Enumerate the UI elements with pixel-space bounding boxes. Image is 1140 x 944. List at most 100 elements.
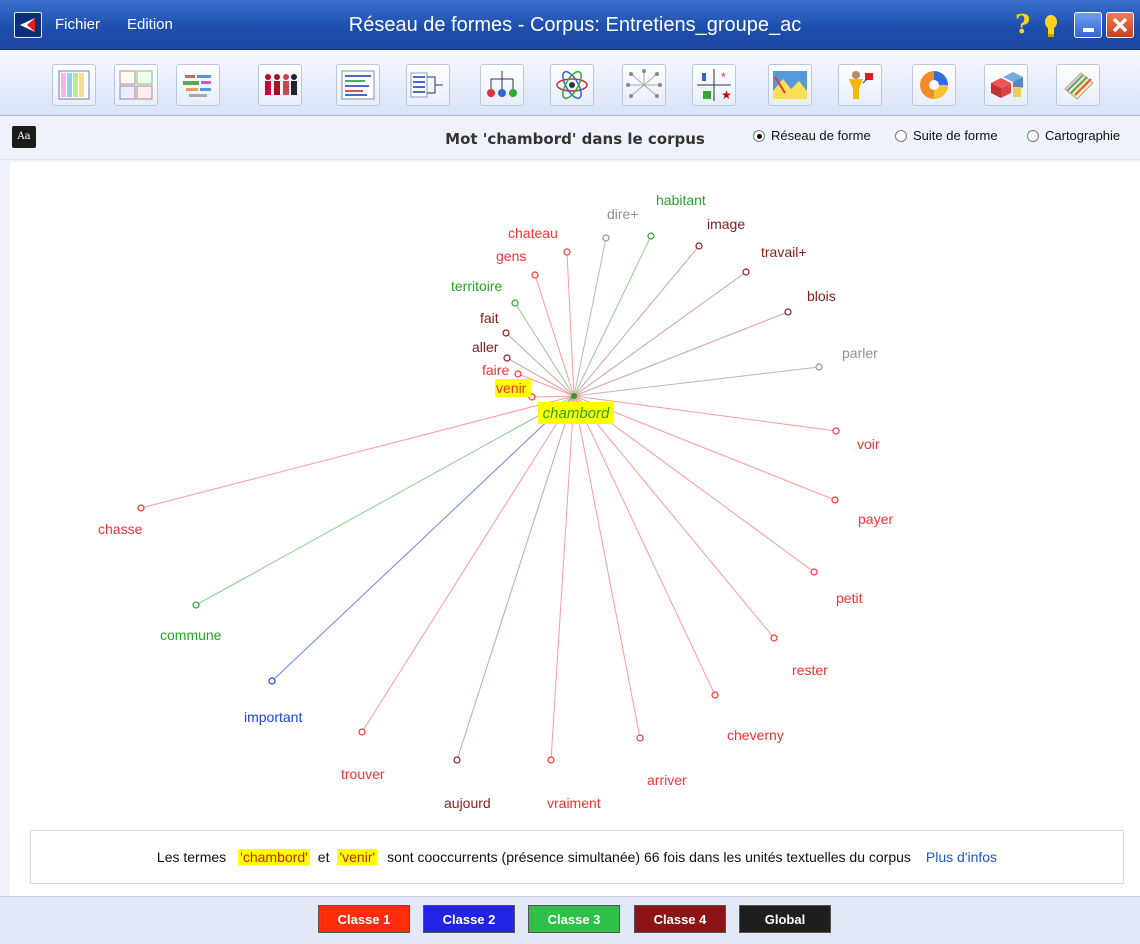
notebook-icon[interactable] bbox=[1056, 64, 1100, 106]
node-label-gens[interactable]: gens bbox=[496, 248, 526, 264]
landscape-map-icon[interactable] bbox=[768, 64, 812, 106]
edge-rester bbox=[573, 395, 775, 639]
node-label-vraiment[interactable]: vraiment bbox=[547, 795, 601, 811]
node-aller[interactable] bbox=[503, 354, 511, 362]
info-suffix: sont cooccurrents (présence simultanée) … bbox=[387, 849, 911, 865]
global-button[interactable]: Global bbox=[739, 905, 831, 933]
center-word[interactable]: chambord bbox=[543, 405, 610, 422]
node-chateau[interactable] bbox=[563, 248, 571, 256]
node-label-fait[interactable]: fait bbox=[480, 310, 499, 326]
node-faire[interactable] bbox=[514, 370, 522, 378]
node-label-cheverny[interactable]: cheverny bbox=[727, 727, 784, 743]
node-label-arriver[interactable]: arriver bbox=[647, 772, 687, 788]
node-label-dire+[interactable]: dire+ bbox=[607, 206, 639, 222]
map-icon[interactable] bbox=[114, 64, 158, 106]
classe-2-button[interactable]: Classe 2 bbox=[423, 905, 515, 933]
svg-text:*: * bbox=[721, 70, 726, 84]
node-label-aujourd[interactable]: aujourd bbox=[444, 795, 491, 811]
cubes-icon[interactable] bbox=[984, 64, 1028, 106]
node-label-payer[interactable]: payer bbox=[858, 511, 893, 527]
tree-branch-icon[interactable] bbox=[406, 64, 450, 106]
node-cheverny[interactable] bbox=[711, 691, 719, 699]
node-label-travail+[interactable]: travail+ bbox=[761, 244, 807, 260]
node-label-habitant[interactable]: habitant bbox=[656, 192, 706, 208]
node-label-voir[interactable]: voir bbox=[857, 436, 880, 452]
node-label-chasse[interactable]: chasse bbox=[98, 521, 143, 537]
node-label-important[interactable]: important bbox=[244, 709, 302, 725]
dendrogram-icon[interactable] bbox=[480, 64, 524, 106]
edge-chateau bbox=[566, 251, 575, 397]
word-cloud-icon[interactable] bbox=[176, 64, 220, 106]
node-label-blois[interactable]: blois bbox=[807, 288, 836, 304]
more-info-link[interactable]: Plus d'infos bbox=[926, 849, 997, 865]
node-gens[interactable] bbox=[531, 271, 539, 279]
presenter-icon[interactable] bbox=[838, 64, 882, 106]
node-label-chateau[interactable]: chateau bbox=[508, 225, 558, 241]
lightbulb-icon[interactable] bbox=[1044, 14, 1058, 38]
node-dire+[interactable] bbox=[602, 234, 610, 242]
network-icon[interactable] bbox=[622, 64, 666, 106]
node-label-trouver[interactable]: trouver bbox=[341, 766, 385, 782]
node-fait[interactable] bbox=[502, 329, 510, 337]
node-commune[interactable] bbox=[192, 601, 200, 609]
node-label-aller[interactable]: aller bbox=[472, 339, 499, 355]
edge-chasse bbox=[140, 395, 575, 509]
close-button[interactable] bbox=[1106, 12, 1134, 38]
radial-chart-icon[interactable] bbox=[912, 64, 956, 106]
svg-text:★: ★ bbox=[721, 88, 732, 102]
node-chasse[interactable] bbox=[137, 504, 145, 512]
minimize-button[interactable] bbox=[1074, 12, 1102, 38]
radio-label: Réseau de forme bbox=[771, 128, 871, 143]
node-voir[interactable] bbox=[832, 427, 840, 435]
classe-1-button[interactable]: Classe 1 bbox=[318, 905, 410, 933]
node-travail+[interactable] bbox=[742, 268, 750, 276]
atom-icon[interactable] bbox=[550, 64, 594, 106]
factor-plot-icon[interactable]: * ★ bbox=[692, 64, 736, 106]
node-image[interactable] bbox=[695, 242, 703, 250]
radio-unchecked-icon bbox=[895, 129, 907, 142]
cooccurrence-info: Les termes 'chambord' et 'venir' sont co… bbox=[30, 830, 1124, 884]
node-trouver[interactable] bbox=[358, 728, 366, 736]
radio-reseau-de-forme[interactable]: Réseau de forme bbox=[753, 128, 871, 143]
radio-checked-icon bbox=[753, 129, 765, 142]
table-icon[interactable] bbox=[52, 64, 96, 106]
text-list-icon[interactable] bbox=[336, 64, 380, 106]
radio-cartographie[interactable]: Cartographie bbox=[1027, 128, 1120, 143]
node-label-commune[interactable]: commune bbox=[160, 627, 222, 643]
node-petit[interactable] bbox=[810, 568, 818, 576]
classe-4-button[interactable]: Classe 4 bbox=[634, 905, 726, 933]
edge-habitant bbox=[573, 235, 652, 397]
node-vraiment[interactable] bbox=[547, 756, 555, 764]
node-label-petit[interactable]: petit bbox=[836, 590, 863, 606]
classe-3-button[interactable]: Classe 3 bbox=[528, 905, 620, 933]
node-important[interactable] bbox=[268, 677, 276, 685]
node-arriver[interactable] bbox=[636, 734, 644, 742]
node-parler[interactable] bbox=[815, 363, 823, 371]
help-icon[interactable]: ? bbox=[1015, 10, 1030, 40]
toolbar: * ★ bbox=[0, 50, 1140, 116]
node-blois[interactable] bbox=[784, 308, 792, 316]
node-habitant[interactable] bbox=[647, 232, 655, 240]
option-bar: Aa Mot 'chambord' dans le corpus Réseau … bbox=[0, 116, 1140, 160]
edge-trouver bbox=[361, 395, 575, 733]
node-aujourd[interactable] bbox=[453, 756, 461, 764]
info-prefix: Les termes bbox=[156, 849, 227, 865]
radio-suite-de-forme[interactable]: Suite de forme bbox=[895, 128, 998, 143]
edge-travail+ bbox=[573, 271, 747, 397]
node-label-image[interactable]: image bbox=[707, 216, 745, 232]
node-label-venir[interactable]: venir bbox=[496, 380, 527, 396]
node-label-faire[interactable]: faire bbox=[482, 362, 509, 378]
cooccurrence-network: chasse commune important trouver aujourd vrai… bbox=[98, 192, 893, 811]
node-payer[interactable] bbox=[831, 496, 839, 504]
node-label-rester[interactable]: rester bbox=[792, 662, 828, 678]
radio-label: Cartographie bbox=[1045, 128, 1121, 143]
node-rester[interactable] bbox=[770, 634, 778, 642]
edge-cheverny bbox=[573, 395, 716, 696]
node-center bbox=[571, 393, 577, 399]
title-bar: Fichier Edition Réseau de formes - Corpu… bbox=[0, 0, 1140, 50]
node-label-territoire[interactable]: territoire bbox=[451, 278, 503, 294]
node-territoire[interactable] bbox=[511, 299, 519, 307]
people-icon[interactable] bbox=[258, 64, 302, 106]
node-label-parler[interactable]: parler bbox=[842, 345, 878, 361]
app-window: Fichier Edition Réseau de formes - Corpu… bbox=[0, 0, 1140, 944]
